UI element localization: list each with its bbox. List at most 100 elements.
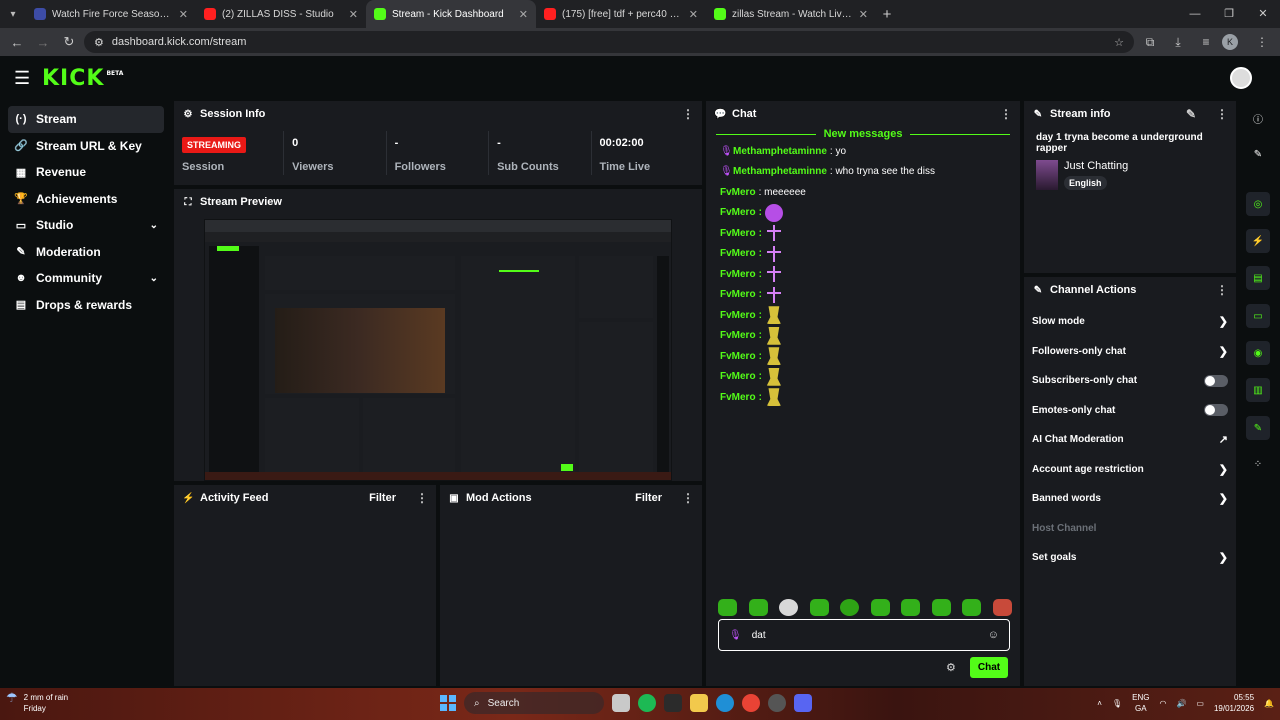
wrench-icon[interactable]: ✎	[1246, 416, 1270, 440]
emote-icon[interactable]	[901, 599, 920, 616]
app-icon[interactable]	[768, 694, 786, 712]
mic-icon[interactable]: 🎙	[1112, 699, 1122, 708]
channel-action-set-goals[interactable]: Set goals ❯	[1024, 543, 1236, 573]
back-icon[interactable]: ←	[6, 35, 28, 50]
chevron-down-icon[interactable]: ⌄	[150, 273, 158, 284]
tab-search-chevron-icon[interactable]: ▾	[0, 0, 26, 28]
sidebar-item-revenue[interactable]: ▦ Revenue	[8, 159, 164, 186]
sidebar-item-community[interactable]: ☻ Community ⌄	[8, 265, 164, 292]
edit-pencil-icon[interactable]: ✎	[1186, 107, 1196, 121]
emote-icon[interactable]	[718, 599, 737, 616]
chat-username[interactable]: FvMero	[720, 289, 756, 300]
sidebar-item-achievements[interactable]: 🏆 Achievements	[8, 186, 164, 213]
layout-icon[interactable]: ▥	[1246, 378, 1270, 402]
mod-filter-button[interactable]: Filter	[635, 492, 662, 504]
chat-username[interactable]: Methamphetaminne	[733, 166, 827, 177]
windows-start-icon[interactable]	[440, 695, 456, 711]
channel-action-banned-words[interactable]: Banned words ❯	[1024, 484, 1236, 514]
emoji-picker-icon[interactable]: ☺	[988, 629, 999, 641]
discord-icon[interactable]	[794, 694, 812, 712]
browser-tab[interactable]: Watch Fire Force Season 3 Engli ✕	[26, 0, 196, 28]
channel-action-slow-mode[interactable]: Slow mode ❯	[1024, 307, 1236, 337]
chat-settings-icon[interactable]: ⚙	[946, 661, 956, 674]
close-tab-icon[interactable]: ✕	[859, 8, 868, 21]
close-tab-icon[interactable]: ✕	[179, 8, 188, 21]
more-options-icon[interactable]: ⋮	[682, 491, 694, 505]
chat-icon[interactable]: ▭	[1246, 304, 1270, 328]
chat-username[interactable]: FvMero	[720, 187, 756, 198]
language-indicator[interactable]: ENG GA	[1132, 692, 1149, 714]
browser-tab[interactable]: Stream - Kick Dashboard ✕	[366, 0, 536, 28]
chat-username[interactable]: FvMero	[720, 351, 756, 362]
info-icon[interactable]: ⓘ	[1246, 106, 1270, 130]
emote-icon[interactable]	[870, 599, 890, 616]
battery-icon[interactable]: ▭	[1196, 699, 1204, 708]
forward-icon[interactable]: →	[32, 35, 54, 50]
profile-avatar[interactable]: K	[1222, 34, 1238, 50]
channel-action-account-age-restriction[interactable]: Account age restriction ❯	[1024, 455, 1236, 485]
user-avatar[interactable]	[1230, 67, 1252, 89]
spotify-icon[interactable]	[638, 694, 656, 712]
emote-icon[interactable]	[748, 599, 768, 616]
chat-username[interactable]: FvMero	[720, 207, 756, 218]
chat-username[interactable]: FvMero	[720, 269, 756, 280]
stream-preview-video[interactable]	[204, 219, 672, 481]
close-window-icon[interactable]: ✕	[1246, 0, 1280, 28]
reload-icon[interactable]: ↻	[58, 34, 80, 50]
chevron-down-icon[interactable]: ⌄	[150, 220, 158, 231]
wifi-icon[interactable]: ◠	[1159, 699, 1166, 708]
sidebar-item-moderation[interactable]: ✎ Moderation	[8, 239, 164, 266]
close-tab-icon[interactable]: ✕	[349, 8, 358, 21]
emote-icon[interactable]	[809, 599, 829, 616]
volume-icon[interactable]: 🔊	[1176, 699, 1186, 708]
browser-tab[interactable]: (2) ZILLAS DISS - Studio ✕	[196, 0, 366, 28]
chat-username[interactable]: FvMero	[720, 228, 756, 239]
minimize-icon[interactable]: —	[1178, 0, 1212, 28]
sidebar-item-studio[interactable]: ▭ Studio ⌄	[8, 212, 164, 239]
browser-tab[interactable]: zillas Stream - Watch Live o ✕	[706, 0, 876, 28]
weather-widget[interactable]: ☂ 2 mm of rain Friday	[6, 691, 68, 714]
emote-icon[interactable]	[992, 599, 1012, 616]
sidebar-item-stream-url-key[interactable]: 🔗 Stream URL & Key	[8, 133, 164, 160]
sidebar-item-stream[interactable]: (·) Stream	[8, 106, 164, 133]
chevron-up-icon[interactable]: ˄	[1097, 699, 1102, 708]
chrome-icon[interactable]	[742, 694, 760, 712]
chat-username[interactable]: FvMero	[720, 248, 756, 259]
sidebar-item-drops-rewards[interactable]: ▤ Drops & rewards	[8, 292, 164, 319]
more-options-icon[interactable]: ⋮	[1216, 283, 1228, 297]
emote-icon[interactable]	[779, 599, 798, 616]
chat-username[interactable]: FvMero	[720, 330, 756, 341]
chat-username[interactable]: FvMero	[720, 371, 756, 382]
edge-icon[interactable]	[716, 694, 734, 712]
lightning-icon[interactable]: ⚡	[1246, 229, 1270, 253]
channel-action-ai-chat-moderation[interactable]: AI Chat Moderation ↗	[1024, 425, 1236, 455]
new-tab-button[interactable]: +	[876, 6, 898, 23]
url-field[interactable]: ⚙ dashboard.kick.com/stream ☆	[84, 31, 1134, 53]
site-info-icon[interactable]: ⚙	[94, 36, 104, 49]
chat-send-button[interactable]: Chat	[969, 657, 1009, 678]
bookmark-star-icon[interactable]: ☆	[1114, 36, 1124, 49]
browser-tab[interactable]: (175) [free] tdf + perc40 + 1one ✕	[536, 0, 706, 28]
edit-icon[interactable]: ✎	[1246, 142, 1270, 166]
close-tab-icon[interactable]: ✕	[519, 8, 528, 21]
app-icon[interactable]	[664, 694, 682, 712]
toggle-switch[interactable]	[1204, 404, 1228, 417]
toggle-switch[interactable]	[1204, 374, 1228, 387]
document-icon[interactable]: ▤	[1246, 266, 1270, 290]
channel-action-emotes-only-chat[interactable]: Emotes-only chat	[1024, 396, 1236, 426]
reading-list-icon[interactable]: ≡	[1194, 35, 1218, 49]
browser-menu-icon[interactable]: ⋮	[1250, 35, 1274, 49]
close-tab-icon[interactable]: ✕	[689, 8, 698, 21]
file-icon[interactable]	[612, 694, 630, 712]
restore-icon[interactable]: ❐	[1212, 0, 1246, 28]
more-options-icon[interactable]: ⋮	[1000, 107, 1012, 121]
notification-bell-icon[interactable]: 🔔	[1264, 699, 1274, 708]
chat-username[interactable]: FvMero	[720, 310, 756, 321]
hamburger-menu-icon[interactable]: ☰	[14, 68, 34, 89]
clock[interactable]: 05:55 19/01/2026	[1214, 692, 1254, 714]
kick-logo[interactable]: KICK BETA	[42, 66, 123, 91]
more-options-icon[interactable]: ⋮	[682, 107, 694, 121]
apps-icon[interactable]: ⁘	[1246, 452, 1270, 476]
broadcast-icon[interactable]: ◉	[1246, 341, 1270, 365]
chat-username[interactable]: Methamphetaminne	[733, 146, 827, 157]
